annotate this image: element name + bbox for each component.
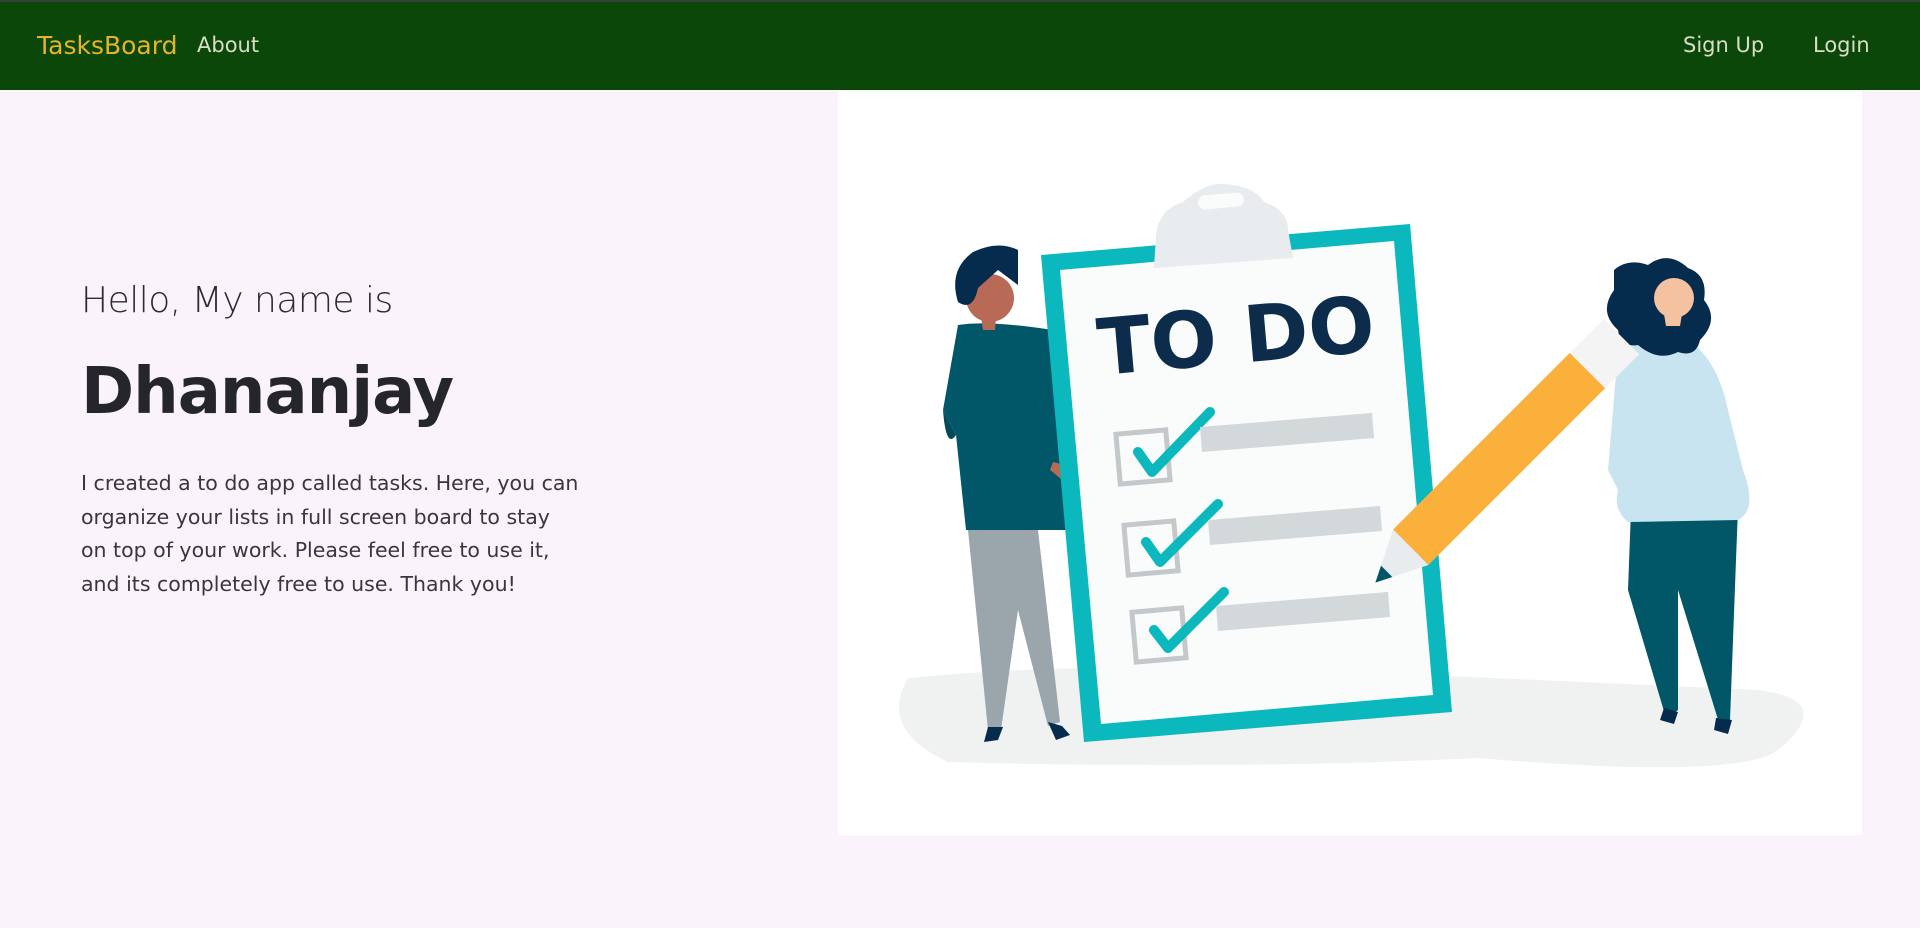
hero-greeting: Hello, My name is (81, 280, 393, 321)
nav-about-link[interactable]: About (197, 33, 259, 57)
hero-intro: Hello, My name is Dhananjay I created a … (81, 280, 601, 601)
todo-illustration: TO DO (838, 90, 1862, 835)
hero-description: I created a to do app called tasks. Here… (81, 471, 579, 596)
nav-login-link[interactable]: Login (1813, 33, 1870, 57)
clipboard: TO DO (1041, 184, 1452, 742)
woman-figure (1535, 258, 1750, 734)
hero-name: Dhananjay (81, 355, 454, 429)
nav-signup-link[interactable]: Sign Up (1683, 33, 1764, 57)
brand-logo-link[interactable]: TasksBoard (37, 31, 177, 60)
navbar: TasksBoard About Sign Up Login (0, 2, 1920, 90)
